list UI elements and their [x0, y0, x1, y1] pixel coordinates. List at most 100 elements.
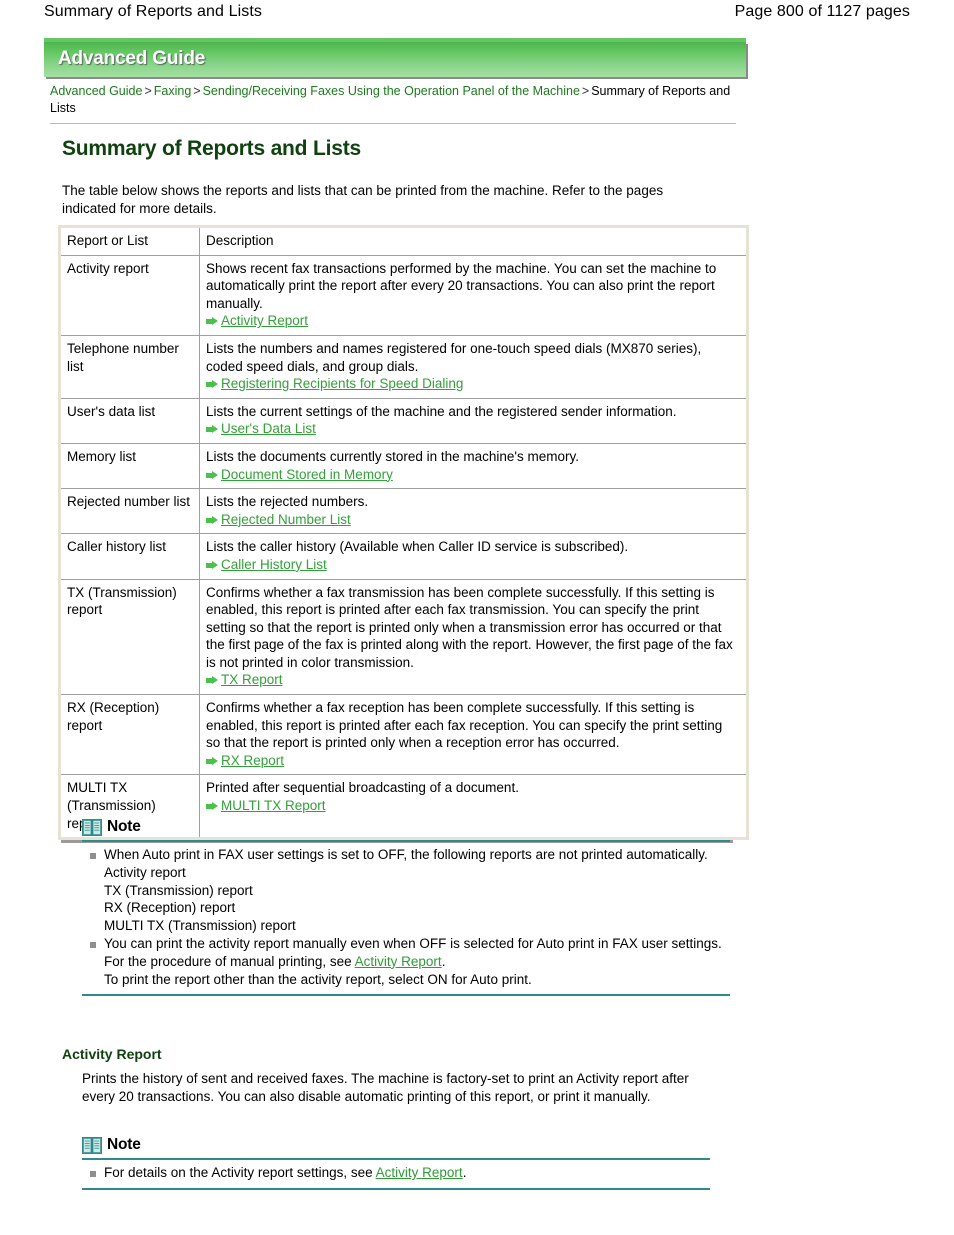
- page-number-indicator: Page 800 of 1127 pages: [734, 3, 910, 20]
- note-list-item: You can print the activity report manual…: [82, 935, 730, 988]
- column-header-description: Description: [199, 226, 748, 256]
- table-row: Caller history list Lists the caller his…: [59, 533, 748, 580]
- reference-link-label: Caller History List: [221, 556, 327, 572]
- cell-description: Lists the current settings of the machin…: [199, 397, 748, 444]
- cell-report-name: Telephone number list: [59, 334, 200, 399]
- note-block-sub: Note For details on the Activity report …: [82, 1134, 710, 1190]
- reports-table-container: Report or List Description Activity repo…: [58, 225, 749, 841]
- breadcrumb-item-sending-receiving-faxes[interactable]: Sending/Receiving Faxes Using the Operat…: [203, 84, 580, 98]
- advanced-guide-banner: Advanced Guide: [44, 42, 746, 77]
- description-text: Lists the documents currently stored in …: [206, 448, 579, 464]
- note-subline: RX (Reception) report: [104, 900, 236, 916]
- cell-description: Lists the caller history (Available when…: [199, 533, 748, 580]
- note-bottom-divider: [82, 1187, 710, 1190]
- arrow-right-icon: [206, 317, 218, 326]
- note-subline: MULTI TX (Transmission) report: [104, 918, 296, 934]
- reference-link-label: MULTI TX Report: [221, 798, 326, 814]
- arrow-right-icon: [206, 676, 218, 685]
- table-row: Memory list Lists the documents currentl…: [59, 442, 748, 490]
- subsection-heading-activity-report: Activity Report: [62, 1046, 162, 1062]
- main-heading: Summary of Reports and Lists: [62, 137, 361, 160]
- page-header: Summary of Reports and Lists Page 800 of…: [0, 0, 954, 21]
- note-bottom-divider: [82, 994, 730, 997]
- cell-description: Shows recent fax transactions performed …: [199, 254, 748, 336]
- note-book-icon: [82, 1136, 102, 1154]
- reference-link[interactable]: TX Report: [206, 671, 740, 689]
- table-row: RX (Reception) report Confirms whether a…: [59, 694, 748, 776]
- note-subline: To print the report other than the activ…: [104, 971, 532, 987]
- reference-link[interactable]: Activity Report: [206, 312, 740, 330]
- reports-table-body: Report or List Description Activity repo…: [59, 226, 748, 840]
- description-text: Lists the caller history (Available when…: [206, 539, 629, 555]
- cell-report-name: Memory list: [59, 442, 200, 490]
- description-text: Lists the current settings of the machin…: [206, 403, 677, 419]
- breadcrumb-item-faxing[interactable]: Faxing: [154, 84, 192, 98]
- reference-link[interactable]: MULTI TX Report: [206, 797, 740, 815]
- note-list-item: When Auto print in FAX user settings is …: [82, 846, 730, 935]
- note-header: Note: [82, 816, 730, 838]
- cell-report-name: RX (Reception) report: [59, 694, 200, 776]
- note-header: Note: [82, 1134, 710, 1156]
- note-inline-link[interactable]: Activity Report: [376, 1165, 463, 1180]
- arrow-right-icon: [206, 380, 218, 389]
- note-item-text: For details on the Activity report setti…: [104, 1165, 373, 1180]
- note-body: For details on the Activity report setti…: [82, 1160, 710, 1182]
- table-row: Telephone number list Lists the numbers …: [59, 334, 748, 399]
- reference-link[interactable]: RX Report: [206, 752, 740, 770]
- table-row: Activity report Shows recent fax transac…: [59, 254, 748, 336]
- cell-description: Confirms whether a fax reception has bee…: [199, 694, 748, 776]
- table-row: User's data list Lists the current setti…: [59, 397, 748, 444]
- cell-description: Lists the documents currently stored in …: [199, 442, 748, 490]
- note-title: Note: [107, 818, 141, 835]
- page-title: Summary of Reports and Lists: [44, 3, 262, 20]
- cell-report-name: User's data list: [59, 397, 200, 444]
- description-text: Confirms whether a fax transmission has …: [206, 584, 733, 670]
- reference-link[interactable]: Rejected Number List: [206, 511, 740, 529]
- breadcrumb-separator: >: [193, 84, 201, 98]
- description-text: Printed after sequential broadcasting of…: [206, 780, 519, 796]
- cell-report-name: Caller history list: [59, 533, 200, 580]
- cell-description: Lists the numbers and names registered f…: [199, 334, 748, 399]
- note-book-icon: [82, 818, 102, 836]
- breadcrumb-divider: [50, 123, 736, 124]
- arrow-right-icon: [206, 470, 218, 480]
- cell-report-name: Rejected number list: [59, 488, 200, 535]
- reference-link-label: User's Data List: [221, 421, 316, 437]
- description-text: Lists the rejected numbers.: [206, 494, 369, 510]
- reference-link[interactable]: Registering Recipients for Speed Dialing: [206, 375, 740, 393]
- reference-link-label: Rejected Number List: [221, 511, 351, 527]
- description-text: Shows recent fax transactions performed …: [206, 260, 717, 311]
- banner-label: Advanced Guide: [58, 48, 206, 69]
- reference-link[interactable]: Caller History List: [206, 556, 740, 574]
- reports-table: Report or List Description Activity repo…: [58, 225, 749, 841]
- note-subline: Activity report: [104, 864, 186, 880]
- note-title: Note: [107, 1136, 141, 1153]
- arrow-right-icon: [206, 756, 218, 766]
- description-text: Confirms whether a fax reception has bee…: [206, 700, 723, 751]
- note-item-punct: .: [462, 1165, 467, 1180]
- arrow-right-icon: [206, 515, 218, 525]
- description-text: Lists the numbers and names registered f…: [206, 340, 702, 374]
- breadcrumb-separator: >: [581, 84, 590, 98]
- note-item-text: When Auto print in FAX user settings is …: [104, 847, 708, 862]
- note-item-punct: .: [441, 953, 446, 969]
- cell-description: Confirms whether a fax transmission has …: [199, 578, 748, 696]
- breadcrumb-separator: >: [144, 84, 152, 98]
- note-block-main: Note When Auto print in FAX user setting…: [82, 816, 730, 997]
- reference-link-label: Document Stored in Memory: [221, 466, 393, 482]
- breadcrumb: Advanced Guide > Faxing > Sending/Receiving …: [50, 83, 740, 117]
- arrow-right-icon: [206, 560, 218, 570]
- table-row: Rejected number list Lists the rejected …: [59, 488, 748, 535]
- column-header-report-or-list: Report or List: [59, 226, 200, 256]
- cell-report-name: Activity report: [59, 254, 200, 336]
- reference-link[interactable]: Document Stored in Memory: [206, 466, 740, 484]
- arrow-right-icon: [206, 802, 218, 811]
- note-subline: TX (Transmission) report: [104, 882, 253, 898]
- cell-description: Lists the rejected numbers. Rejected Num…: [199, 488, 748, 535]
- reference-link-label: TX Report: [221, 672, 283, 688]
- breadcrumb-item-advanced-guide[interactable]: Advanced Guide: [50, 84, 142, 98]
- reference-link[interactable]: User's Data List: [206, 420, 740, 438]
- note-inline-link[interactable]: Activity Report: [355, 954, 442, 969]
- reference-link-label: Registering Recipients for Speed Dialing: [221, 376, 464, 392]
- reference-link-label: RX Report: [221, 752, 285, 768]
